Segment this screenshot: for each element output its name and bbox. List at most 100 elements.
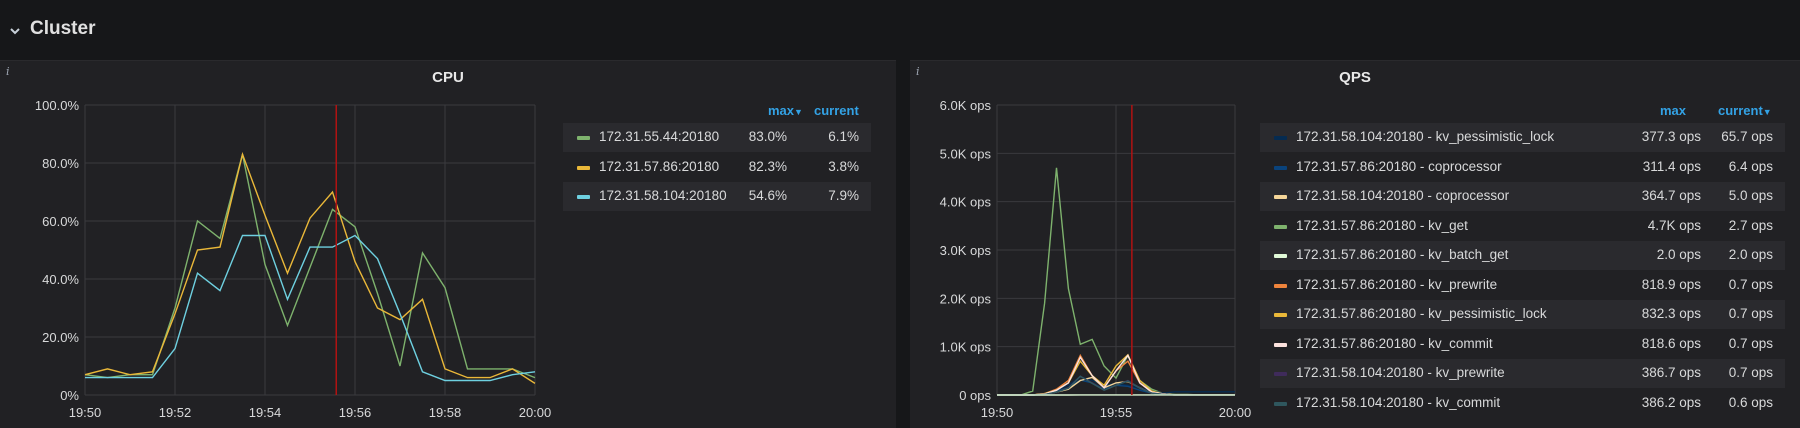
legend-col-current[interactable]: current [814,103,859,118]
legend-item-current: 7.9% [828,188,859,203]
legend-item-current: 6.1% [828,129,859,144]
legend-item[interactable]: 172.31.55.44:20180 83.0% 6.1% [563,123,871,152]
sort-desc-icon: ▼ [794,107,803,117]
legend-col-current[interactable]: current▼ [1718,103,1772,118]
legend-item[interactable]: 172.31.58.104:20180 - kv_prewrite 386.7 o… [1260,359,1785,388]
row-title[interactable]: Cluster [30,18,95,40]
series-swatch [1274,284,1287,288]
series-swatch [1274,166,1287,170]
legend-item-current: 5.0 ops [1729,188,1773,203]
x-tick-label: 19:50 [981,405,1014,420]
legend-header: max▼ current [563,101,871,123]
legend-item-max: 386.7 ops [1642,365,1701,380]
legend-item-current: 2.7 ops [1729,218,1773,233]
legend-item-current: 3.8% [828,159,859,174]
series-swatch [1274,136,1287,140]
legend-item-name[interactable]: 172.31.58.104:20180 - coprocessor [1296,188,1509,203]
legend-item-name[interactable]: 172.31.57.86:20180 [599,159,719,174]
x-tick-label: 19:56 [339,405,372,420]
x-tick-label: 19:54 [249,405,282,420]
legend-item-name[interactable]: 172.31.57.86:20180 - kv_get [1296,218,1468,233]
series-line [85,154,535,377]
legend-item-current: 2.0 ops [1729,247,1773,262]
y-tick-label: 1.0K ops [940,340,992,355]
legend-item-name[interactable]: 172.31.58.104:20180 - kv_commit [1296,395,1500,410]
legend-header: max current▼ [1260,101,1785,123]
series-swatch [1274,313,1287,317]
x-tick-label: 20:00 [519,405,552,420]
x-tick-label: 19:58 [429,405,462,420]
series-swatch [1274,195,1287,199]
y-tick-label: 6.0K ops [940,98,992,113]
qps-panel: i QPS 0 ops1.0K ops2.0K ops3.0K ops4.0K … [910,60,1800,428]
legend-item-name[interactable]: 172.31.58.104:20180 [599,188,727,203]
qps-legend: max current▼ 172.31.58.104:20180 - kv_pe… [1260,101,1785,428]
series-swatch [1274,372,1287,376]
legend-col-max[interactable]: max▼ [768,103,803,118]
legend-item-max: 818.6 ops [1642,336,1701,351]
y-tick-label: 3.0K ops [940,243,992,258]
y-tick-label: 0% [60,388,79,403]
legend-item[interactable]: 172.31.57.86:20180 - coprocessor 311.4 op… [1260,153,1785,182]
legend-item-name[interactable]: 172.31.57.86:20180 - coprocessor [1296,159,1502,174]
legend-item-max: 54.6% [749,188,787,203]
legend-item[interactable]: 172.31.58.104:20180 - coprocessor 364.7 o… [1260,182,1785,211]
row-header[interactable]: Cluster [0,0,1800,60]
legend-item-name[interactable]: 172.31.57.86:20180 - kv_batch_get [1296,247,1508,262]
legend-item-max: 83.0% [749,129,787,144]
series-swatch [1274,254,1287,258]
legend-item-max: 832.3 ops [1642,306,1701,321]
x-tick-label: 19:52 [159,405,192,420]
y-tick-label: 0 ops [959,388,991,403]
legend-item-name[interactable]: 172.31.57.86:20180 - kv_commit [1296,336,1493,351]
legend-item-name[interactable]: 172.31.57.86:20180 - kv_prewrite [1296,277,1497,292]
legend-item[interactable]: 172.31.57.86:20180 82.3% 3.8% [563,153,871,182]
legend-item-max: 2.0 ops [1657,247,1701,262]
y-tick-label: 20.0% [42,330,79,345]
x-tick-label: 19:50 [69,405,102,420]
legend-item[interactable]: 172.31.58.104:20180 - kv_pessimistic_loc… [1260,123,1785,152]
y-tick-label: 2.0K ops [940,291,992,306]
series-swatch [1274,225,1287,229]
legend-item[interactable]: 172.31.57.86:20180 - kv_pessimistic_lock… [1260,300,1785,329]
series-swatch [577,166,590,170]
legend-item-name[interactable]: 172.31.58.104:20180 - kv_prewrite [1296,365,1505,380]
legend-item-max: 311.4 ops [1643,159,1701,174]
series-swatch [577,195,590,199]
legend-item[interactable]: 172.31.57.86:20180 - kv_commit 818.6 ops 0… [1260,330,1785,359]
series-line [85,236,535,381]
series-swatch [1274,343,1287,347]
legend-item-max: 377.3 ops [1642,129,1701,144]
y-tick-label: 100.0% [35,98,80,113]
y-tick-label: 4.0K ops [940,195,992,210]
legend-item[interactable]: 172.31.58.104:20180 - kv_commit 386.2 ops… [1260,389,1785,418]
y-tick-label: 80.0% [42,156,79,171]
legend-item-current: 65.7 ops [1721,129,1773,144]
legend-item-name[interactable]: 172.31.57.86:20180 - kv_pessimistic_lock [1296,306,1547,321]
legend-item-current: 0.7 ops [1729,365,1773,380]
x-tick-label: 20:00 [1219,405,1252,420]
legend-item-max: 818.9 ops [1642,277,1701,292]
chevron-down-icon[interactable] [8,24,22,38]
legend-col-max[interactable]: max [1660,103,1686,118]
y-tick-label: 40.0% [42,272,79,287]
legend-item-name[interactable]: 172.31.58.104:20180 - kv_pessimistic_loc… [1296,129,1554,144]
y-tick-label: 60.0% [42,214,79,229]
series-swatch [1274,402,1287,406]
legend-item-current: 0.7 ops [1729,336,1773,351]
legend-item-name[interactable]: 172.31.55.44:20180 [599,129,719,144]
legend-item[interactable]: 172.31.57.86:20180 - kv_batch_get 2.0 ops… [1260,241,1785,270]
legend-item-max: 4.7K ops [1648,218,1701,233]
legend-item[interactable]: 172.31.57.86:20180 - kv_prewrite 818.9 op… [1260,271,1785,300]
cpu-panel: i CPU 0%20.0%40.0%60.0%80.0%100.0%19:501… [0,60,896,428]
legend-item-current: 0.7 ops [1729,306,1773,321]
legend-item-current: 0.7 ops [1729,277,1773,292]
sort-desc-icon: ▼ [1763,107,1772,117]
legend-item-max: 386.2 ops [1642,395,1701,410]
legend-item[interactable]: 172.31.58.104:20180 54.6% 7.9% [563,182,871,211]
series-swatch [577,136,590,140]
legend-item-max: 364.7 ops [1642,188,1701,203]
legend-item-max: 82.3% [749,159,787,174]
legend-item-current: 0.6 ops [1729,395,1773,410]
legend-item[interactable]: 172.31.57.86:20180 - kv_get 4.7K ops 2.7 o… [1260,212,1785,241]
